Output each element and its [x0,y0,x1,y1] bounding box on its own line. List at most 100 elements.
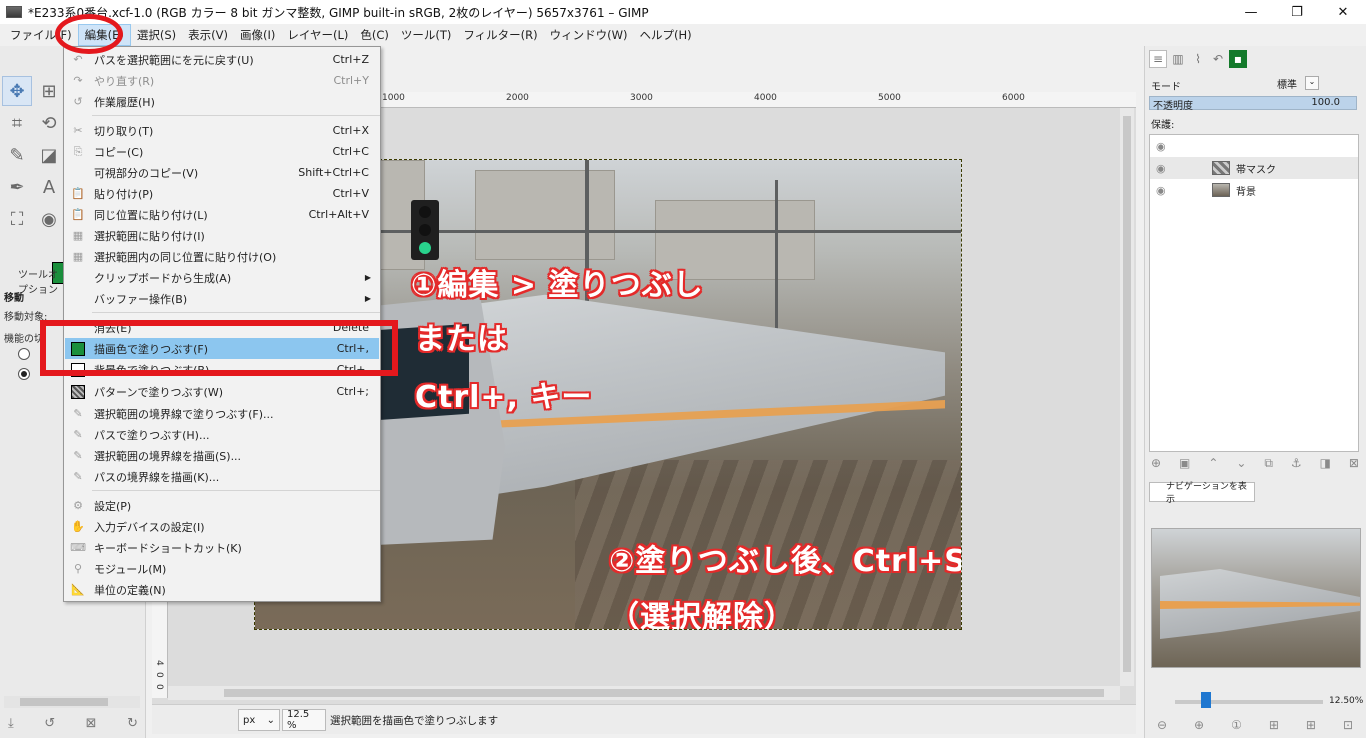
menu-preferences[interactable]: ⚙ 設定(P) [65,495,379,516]
menu-redo[interactable]: ↷ やり直す(R) Ctrl+Y [65,70,379,91]
layers-tab-icon[interactable]: ≡ [1149,50,1167,68]
close-button[interactable]: ✕ [1320,0,1366,24]
menu-buffer[interactable]: バッファー操作(B) ▶ [65,288,379,309]
unit-select[interactable]: px ⌄ [238,709,280,731]
menu-stroke-selection[interactable]: ✎ 選択範囲の境界線を描画(S)... [65,445,379,466]
ruler-tick: 2000 [506,93,529,103]
path-tool-icon[interactable]: ✒ [2,172,32,202]
transform-tool-icon[interactable]: ⟲ [34,108,64,138]
menu-units[interactable]: 📐 単位の定義(N) [65,579,379,600]
menu-fill-bg[interactable]: 背景色で塗りつぶす(B) Ctrl+. [65,359,379,380]
option-radio-2[interactable] [18,368,30,380]
canvas-horizontal-scrollbar[interactable] [168,686,1120,700]
menu-fill-path[interactable]: ✎ パスで塗りつぶす(H)... [65,424,379,445]
brushes-tab-icon[interactable]: ▪ [1229,50,1247,68]
move-tool-icon[interactable]: ✥ [2,76,32,106]
eye-icon[interactable]: ◉ [1156,184,1166,197]
restore-icon[interactable]: ↺ [44,716,55,731]
menu-cut[interactable]: ✂ 切り取り(T) Ctrl+X [65,120,379,141]
menu-stroke-path[interactable]: ✎ パスの境界線を描画(K)... [65,466,379,487]
menu-paste-in-place[interactable]: 📋 同じ位置に貼り付け(L) Ctrl+Alt+V [65,204,379,225]
menu-filters[interactable]: フィルター(R) [457,25,543,45]
menu-clear[interactable]: 消去(E) Delete [65,317,379,338]
menu-input-devices[interactable]: ✋ 入力デバイスの設定(I) [65,516,379,537]
menu-fill-pattern[interactable]: パターンで塗りつぶす(W) Ctrl+; [65,381,379,402]
channels-tab-icon[interactable]: ▥ [1169,50,1187,68]
eye-icon[interactable]: ◉ [1156,140,1166,153]
zoom-one-icon[interactable]: ① [1231,718,1242,732]
tool-options-tab[interactable]: ツールオプション [2,264,64,296]
scroll-thumb[interactable] [224,689,1104,697]
layer-row[interactable]: ◉ 帯マスク [1150,157,1358,179]
undo-tab-icon[interactable]: ↶ [1209,50,1227,68]
new-group-icon[interactable]: ▣ [1179,456,1190,471]
paths-tab-icon[interactable]: ⌇ [1189,50,1207,68]
zoom-slider-thumb[interactable] [1201,692,1211,708]
zoom-out-icon[interactable]: ⊖ [1157,718,1167,732]
menu-paste-into[interactable]: ▦ 選択範囲に貼り付け(I) [65,225,379,246]
menu-edit[interactable]: 編集(E) [77,24,131,46]
menu-item-label: コピー(C) [94,145,144,159]
menu-help[interactable]: ヘルプ(H) [633,25,697,45]
paintbrush-tool-icon[interactable]: ✎ [2,140,32,170]
menu-item-shortcut: Ctrl+Z [332,53,369,66]
zoom-in-icon[interactable]: ⊕ [1194,718,1204,732]
raise-layer-icon[interactable]: ⌃ [1208,456,1218,471]
menu-copy-visible[interactable]: 可視部分のコピー(V) Shift+Ctrl+C [65,162,379,183]
bucket-tool-icon[interactable]: ◉ [34,204,64,234]
navigation-preview[interactable] [1151,528,1361,668]
clone-tool-icon[interactable]: ⛶ [2,204,32,234]
menu-item-label: 同じ位置に貼り付け(L) [94,208,208,222]
zoom-select[interactable]: 12.5 % [282,709,326,731]
save-preset-icon[interactable]: ⤓ [8,716,14,731]
eye-icon[interactable]: ◉ [1156,162,1166,175]
menu-keyboard-shortcuts[interactable]: ⌨ キーボードショートカット(K) [65,537,379,558]
new-layer-icon[interactable]: ⊕ [1151,456,1161,471]
menu-undo-history[interactable]: ↺ 作業履歴(H) [65,91,379,112]
menu-paste[interactable]: 📋 貼り付け(P) Ctrl+V [65,183,379,204]
shrink-wrap-icon[interactable]: ⊡ [1343,718,1353,732]
maximize-button[interactable]: ❐ [1274,0,1320,24]
menu-paste-into-in-place[interactable]: ▦ 選択範囲内の同じ位置に貼り付け(O) [65,246,379,267]
toolbox-scrollbar[interactable] [4,696,140,708]
fit-window-icon[interactable]: ⊞ [1306,718,1316,732]
menu-undo[interactable]: ↶ パスを選択範囲にを元に戻す(U) Ctrl+Z [65,49,379,70]
fit-image-icon[interactable]: ⊞ [1269,718,1279,732]
menu-layer[interactable]: レイヤー(L) [281,25,354,45]
canvas-vertical-scrollbar[interactable] [1120,108,1134,686]
scroll-thumb[interactable] [20,698,108,706]
menu-modules[interactable]: ⚲ モジュール(M) [65,558,379,579]
menu-view[interactable]: 表示(V) [182,25,234,45]
mask-icon[interactable]: ◨ [1320,456,1331,471]
menu-select[interactable]: 選択(S) [131,25,182,45]
delete-preset-icon[interactable]: ⊠ [86,716,97,731]
reset-icon[interactable]: ↻ [127,716,138,731]
text-tool-icon[interactable]: A [34,172,64,202]
eraser-tool-icon[interactable]: ◪ [34,140,64,170]
delete-layer-icon[interactable]: ⊠ [1349,456,1359,471]
anchor-layer-icon[interactable]: ⚓ [1291,456,1302,471]
ruler-tick: 1000 [382,93,405,103]
menu-copy[interactable]: ⎘ コピー(C) Ctrl+C [65,141,379,162]
minimize-button[interactable]: — [1228,0,1274,24]
lower-layer-icon[interactable]: ⌄ [1236,456,1246,471]
menu-image[interactable]: 画像(I) [234,25,281,45]
menu-fill-selection-outline[interactable]: ✎ 選択範囲の境界線で塗りつぶす(F)... [65,403,379,424]
duplicate-layer-icon[interactable]: ⧉ [1264,456,1273,471]
align-tool-icon[interactable]: ⊞ [34,76,64,106]
scroll-thumb[interactable] [1123,116,1131,672]
menu-windows[interactable]: ウィンドウ(W) [544,25,634,45]
menu-tools[interactable]: ツール(T) [395,25,458,45]
mode-value[interactable]: 標準 [1277,76,1297,91]
opacity-slider[interactable]: 不透明度 100.0 [1149,96,1357,112]
menu-file[interactable]: ファイル(F) [4,25,78,45]
menu-paste-as[interactable]: クリップボードから生成(A) ▶ [65,267,379,288]
menu-fill-fg[interactable]: 描画色で塗りつぶす(F) Ctrl+, [65,338,379,359]
layer-row[interactable]: ◉ 背景 [1150,179,1358,201]
chevron-down-icon[interactable]: ⌄ [1305,76,1319,90]
option-radio-1[interactable] [18,348,30,360]
navigation-tab[interactable]: ナビゲーションを表示 [1149,482,1255,505]
zoom-slider-track[interactable] [1175,700,1323,704]
crop-tool-icon[interactable]: ⌗ [2,108,32,138]
menu-colors[interactable]: 色(C) [354,25,395,45]
